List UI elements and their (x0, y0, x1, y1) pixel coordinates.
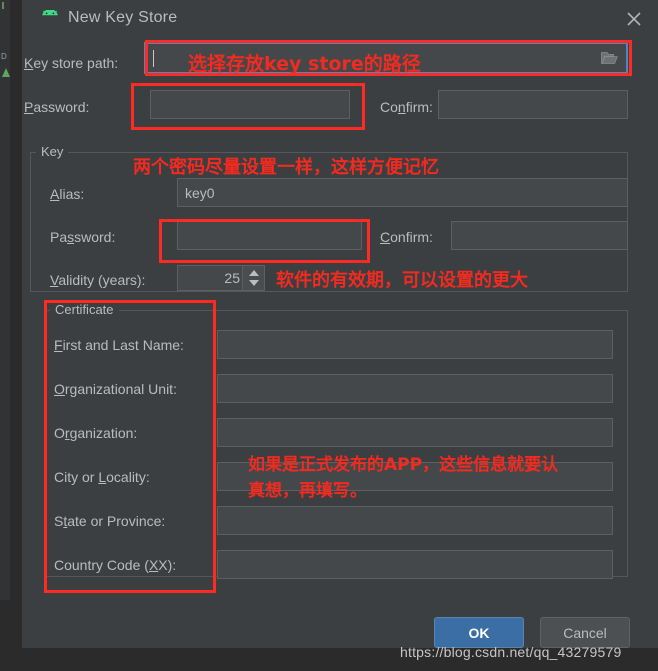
key-password-label: Password: (50, 229, 116, 245)
cert-organization-input[interactable] (217, 418, 613, 447)
folder-open-icon[interactable] (601, 51, 618, 65)
key-alias-input[interactable]: key0 (177, 178, 628, 207)
key-confirm-label: Confirm: (380, 229, 433, 245)
cert-first-last-name-input[interactable] (217, 330, 613, 359)
keystore-password-input[interactable] (150, 90, 350, 119)
cert-city-locality-input[interactable] (217, 462, 613, 491)
gutter-letter-icon: D (1, 52, 7, 61)
cert-country-code-input[interactable] (217, 550, 613, 579)
dialog-titlebar: New Key Store (22, 0, 658, 38)
certificate-group-title: Certificate (50, 302, 119, 317)
new-key-store-dialog: New Key Store Key store path: Password: … (22, 0, 658, 648)
cert-first-last-name-label: First and Last Name: (54, 337, 184, 353)
android-robot-icon (40, 8, 60, 26)
key-store-path-label: Key store path: (24, 55, 119, 71)
gutter-marker-icon (2, 2, 4, 9)
text-caret (153, 50, 154, 67)
key-confirm-input[interactable] (451, 221, 628, 250)
validity-label: Validity (years): (50, 272, 146, 288)
cert-state-province-label: State or Province: (54, 513, 166, 529)
close-icon[interactable] (624, 9, 644, 29)
screen: D New Key Store Key store path: Password… (0, 0, 658, 671)
ide-left-gutter: D (0, 0, 10, 600)
chevron-down-icon[interactable] (249, 280, 259, 286)
validity-stepper[interactable] (242, 266, 264, 290)
chevron-up-icon[interactable] (249, 270, 259, 276)
watermark-text: https://blog.csdn.net/qq_43279579 (400, 644, 622, 660)
key-store-path-input[interactable] (144, 42, 628, 74)
gutter-arrow-icon (2, 68, 10, 77)
cert-organization-label: Organization: (54, 425, 138, 441)
cert-city-locality-label: City or Locality: (54, 469, 150, 485)
cert-organizational-unit-input[interactable] (217, 374, 613, 403)
dialog-title: New Key Store (68, 9, 178, 26)
cert-state-province-input[interactable] (217, 506, 613, 535)
keystore-confirm-input[interactable] (438, 90, 628, 119)
validity-spinner[interactable]: 25 (177, 265, 265, 291)
cert-organizational-unit-label: Organizational Unit: (54, 381, 177, 397)
keystore-confirm-label: Confirm: (380, 99, 433, 115)
key-alias-label: Alias: (50, 186, 85, 202)
keystore-password-label: Password: (24, 99, 90, 115)
validity-value: 25 (224, 270, 240, 286)
key-group-title: Key (36, 144, 69, 159)
key-password-input[interactable] (177, 221, 362, 250)
cert-country-code-label: Country Code (XX): (54, 557, 177, 573)
